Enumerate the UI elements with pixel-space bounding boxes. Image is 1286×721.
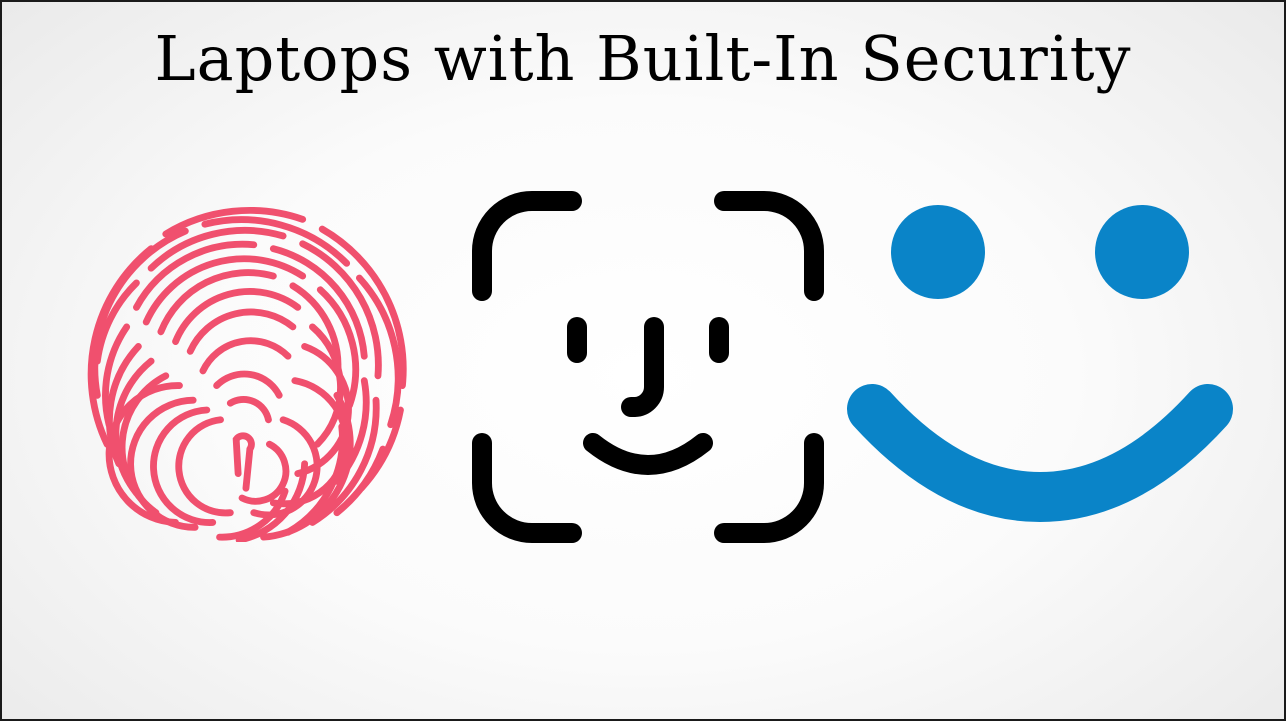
slide: Laptops with Built-In Security <box>0 0 1286 721</box>
fingerprint-icon <box>87 207 407 542</box>
face-id-icon <box>472 191 824 543</box>
slide-title: Laptops with Built-In Security <box>154 22 1132 95</box>
windows-hello-icon <box>847 205 1233 523</box>
